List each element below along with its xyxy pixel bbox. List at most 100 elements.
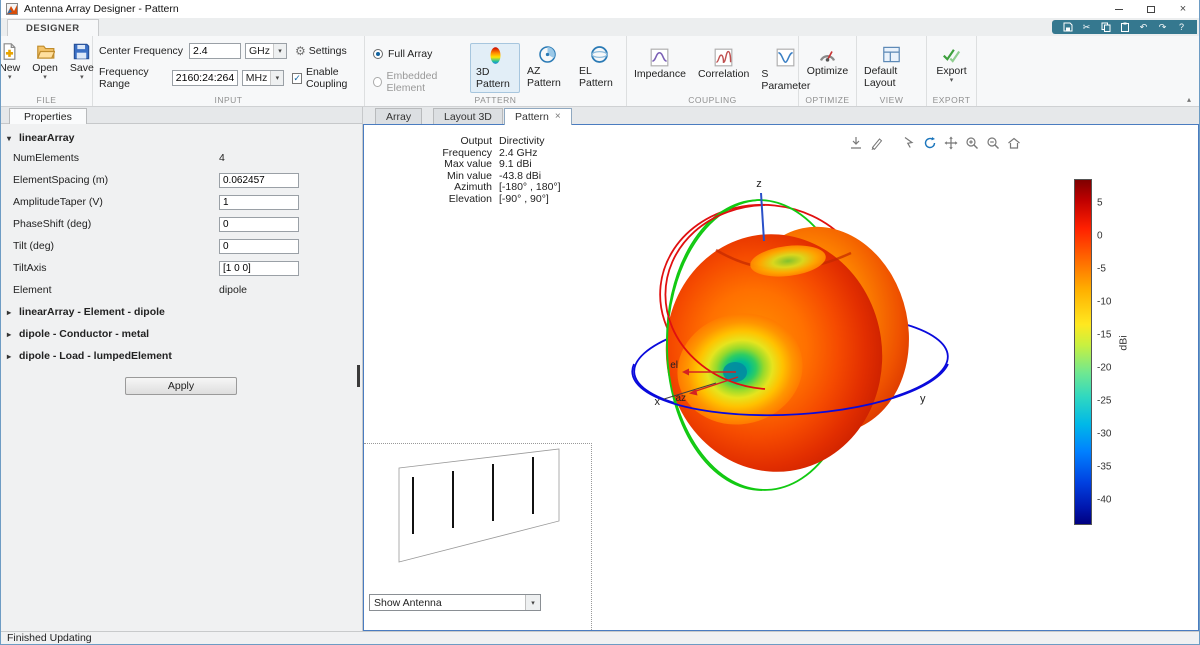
tab-properties[interactable]: Properties (9, 108, 87, 124)
colorbar-tick: -35 (1097, 462, 1111, 473)
frequency-range-unit-select[interactable]: MHz ▾ (242, 70, 285, 86)
section-optimize: Optimize OPTIMIZE (799, 36, 857, 106)
help-icon[interactable]: ? (1176, 22, 1187, 33)
group-load-lumpedelement[interactable]: ▸ dipole - Load - lumpedElement (1, 345, 362, 367)
center-frequency-input[interactable] (189, 43, 241, 59)
tilt-axis-input[interactable] (219, 261, 299, 276)
status-bar: Finished Updating (1, 631, 1199, 644)
optimize-icon (818, 45, 837, 64)
info-label: Elevation (424, 194, 492, 206)
pattern-info: OutputDirectivity Frequency2.4 GHz Max v… (424, 136, 561, 205)
center-frequency-unit-select[interactable]: GHz ▾ (245, 43, 287, 59)
red-circle-front (665, 205, 765, 389)
enable-coupling-checkbox-row[interactable]: ✓ Enable Coupling (292, 66, 366, 90)
impedance-button[interactable]: Impedance (629, 43, 691, 82)
frequency-range-input[interactable] (172, 70, 238, 86)
info-value: [-90° , 90°] (492, 194, 549, 206)
pattern-main-lobe (650, 220, 897, 486)
cut-icon[interactable]: ✂ (1081, 22, 1092, 33)
az-arrow (693, 377, 738, 392)
pattern-3d-button[interactable]: 3D Pattern (470, 43, 520, 93)
axes-toolbar (848, 135, 1022, 151)
property-label: NumElements (1, 152, 219, 164)
apply-button[interactable]: Apply (125, 377, 237, 395)
element-spacing-input[interactable] (219, 173, 299, 188)
close-tab-icon[interactable]: × (555, 112, 561, 122)
tilt-input[interactable] (219, 239, 299, 254)
export-button[interactable]: Export ▾ (931, 40, 971, 85)
paste-icon[interactable] (1119, 22, 1130, 33)
zoom-in-icon[interactable] (964, 135, 980, 151)
rotate-icon[interactable] (922, 135, 938, 151)
section-label-optimize: OPTIMIZE (799, 95, 856, 105)
az-label: az (675, 393, 686, 404)
collapse-ribbon-icon[interactable]: ▴ (1187, 95, 1191, 104)
el-pattern-button[interactable]: EL Pattern (574, 43, 624, 91)
pattern-plot-area[interactable]: OutputDirectivity Frequency2.4 GHz Max v… (363, 124, 1199, 631)
document-tab-row: Array Layout 3D Pattern × (363, 107, 1199, 124)
new-button[interactable]: New ▾ (0, 40, 25, 82)
zoom-out-icon[interactable] (985, 135, 1001, 151)
minimize-button[interactable] (1103, 0, 1135, 18)
el-arrowhead (682, 369, 689, 376)
ribbon-toolbar: New ▾ Open ▾ Save ▾ FILE Center Frequenc… (1, 36, 1199, 107)
panel-splitter-handle[interactable] (357, 365, 360, 387)
export-plot-icon[interactable] (848, 135, 864, 151)
save-icon[interactable] (1062, 22, 1073, 33)
tab-designer[interactable]: DESIGNER (7, 19, 99, 36)
tab-pattern[interactable]: Pattern × (504, 108, 572, 125)
colorbar-tick: -5 (1097, 264, 1106, 275)
maximize-button[interactable] (1135, 0, 1167, 18)
restore-view-icon[interactable] (1006, 135, 1022, 151)
copy-icon[interactable] (1100, 22, 1111, 33)
default-layout-button[interactable]: Default Layout (859, 40, 924, 91)
full-array-radio[interactable]: Full Array (373, 48, 462, 60)
tab-array[interactable]: Array (375, 108, 422, 124)
azimuth-circle-front (632, 364, 948, 415)
property-row-numelements: NumElements 4 (1, 147, 362, 169)
colorbar-tick: 0 (1097, 231, 1103, 242)
section-file: New ▾ Open ▾ Save ▾ FILE (1, 36, 93, 106)
export-icon (942, 45, 961, 64)
section-label-view: VIEW (857, 95, 926, 105)
property-label: ElementSpacing (m) (1, 174, 219, 186)
close-button[interactable]: × (1167, 0, 1199, 18)
property-label: TiltAxis (1, 262, 219, 274)
plot-panel: Array Layout 3D Pattern × OutputDirectiv… (363, 107, 1199, 631)
correlation-button[interactable]: Correlation (693, 43, 754, 82)
pan-icon[interactable] (943, 135, 959, 151)
expanded-icon: ▾ (7, 134, 15, 143)
gear-icon: ⚙ (295, 45, 306, 57)
open-icon (36, 42, 55, 61)
toolbar-separator (890, 135, 896, 151)
tab-layout-3d[interactable]: Layout 3D (433, 108, 503, 124)
colorbar-tick: -10 (1097, 297, 1111, 308)
info-label: Max value (424, 159, 492, 171)
settings-button[interactable]: ⚙ Settings (295, 45, 347, 57)
app-icon (6, 3, 18, 15)
pattern-crease (716, 250, 851, 269)
collapsed-icon: ▸ (7, 352, 15, 361)
show-antenna-select[interactable]: Show Antenna ▾ (369, 594, 541, 611)
amplitude-taper-input[interactable] (219, 195, 299, 210)
redo-icon[interactable]: ↷ (1157, 22, 1168, 33)
open-button[interactable]: Open ▾ (27, 40, 63, 82)
brush-icon[interactable] (869, 135, 885, 151)
undo-icon[interactable]: ↶ (1138, 22, 1149, 33)
group-element-dipole[interactable]: ▸ linearArray - Element - dipole (1, 301, 362, 323)
az-pattern-button[interactable]: AZ Pattern (522, 43, 572, 91)
info-label: Output (424, 136, 492, 148)
embedded-element-radio[interactable]: Embedded Element (373, 70, 462, 94)
group-conductor-metal[interactable]: ▸ dipole - Conductor - metal (1, 323, 362, 345)
section-export: Export ▾ EXPORT (927, 36, 977, 106)
colorbar-tick: -20 (1097, 363, 1111, 374)
property-label: AmplitudeTaper (V) (1, 196, 219, 208)
optimize-button[interactable]: Optimize (802, 40, 853, 79)
phase-shift-input[interactable] (219, 217, 299, 232)
save-dropdown-caret: ▾ (80, 75, 84, 80)
tree-root-lineararray[interactable]: ▾ linearArray (1, 129, 362, 147)
datatip-icon[interactable] (901, 135, 917, 151)
unit-caret-icon: ▾ (273, 44, 286, 58)
checkbox-checked-icon: ✓ (292, 73, 302, 84)
properties-tab-row: Properties (1, 107, 362, 124)
